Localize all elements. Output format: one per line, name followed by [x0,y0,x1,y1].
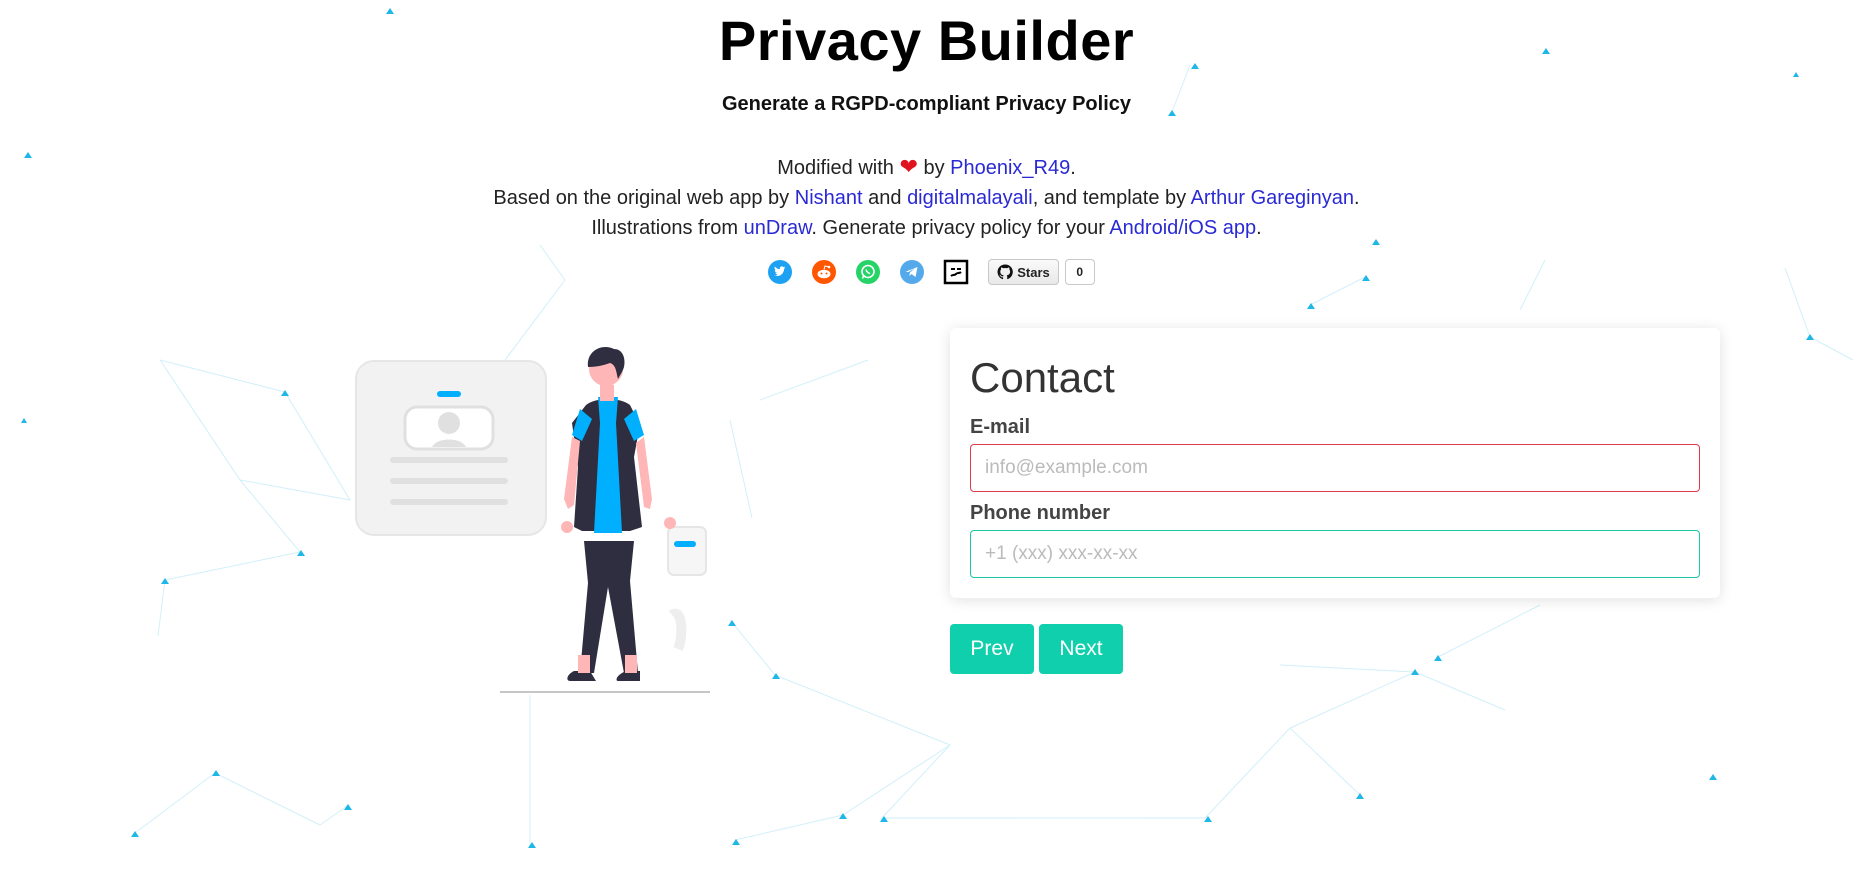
twitter-icon[interactable] [766,258,794,286]
page-title: Privacy Builder [718,9,1135,72]
phone-field[interactable] [970,530,1700,578]
section-title: Contact [970,354,1115,401]
digitalmalayali-link[interactable]: digitalmalayali [907,187,1033,209]
phone-label: Phone number [970,502,1111,524]
arthur-gareginyan-link[interactable]: Arthur Gareginyan [1191,187,1354,209]
author-link[interactable]: Phoenix_R49 [950,157,1070,179]
contact-illustration [355,347,710,693]
email-field[interactable] [970,444,1700,492]
github-star-count[interactable]: 0 [1064,259,1095,285]
email-label: E-mail [970,416,1031,438]
github-icon [997,264,1014,280]
telegram-icon[interactable] [898,258,926,286]
android-ios-app-link[interactable]: Android/iOS app [1109,217,1256,239]
social-share-bar: Stars 0 [0,258,1853,286]
github-stars-button[interactable]: Stars [988,259,1059,285]
prev-button[interactable]: Prev [950,624,1034,674]
credits-line-2: Based on the original web app by Nishant… [493,187,1360,209]
contact-form-card: Contact E-mail Phone number [950,328,1720,598]
credits-block: Modified with ❤ by Phoenix_R49. Based on… [0,152,1853,243]
next-button[interactable]: Next [1039,624,1123,674]
nishant-link[interactable]: Nishant [795,187,863,209]
undraw-link[interactable]: unDraw [744,217,812,239]
heart-icon: ❤ [899,154,918,179]
app-icon[interactable] [942,258,970,286]
page-subtitle: Generate a RGPD-compliant Privacy Policy [721,93,1132,115]
whatsapp-icon[interactable] [854,258,882,286]
reddit-icon[interactable] [810,258,838,286]
credits-line-1: Modified with ❤ by Phoenix_R49. [777,154,1076,179]
credits-line-3: Illustrations from unDraw. Generate priv… [591,217,1262,239]
